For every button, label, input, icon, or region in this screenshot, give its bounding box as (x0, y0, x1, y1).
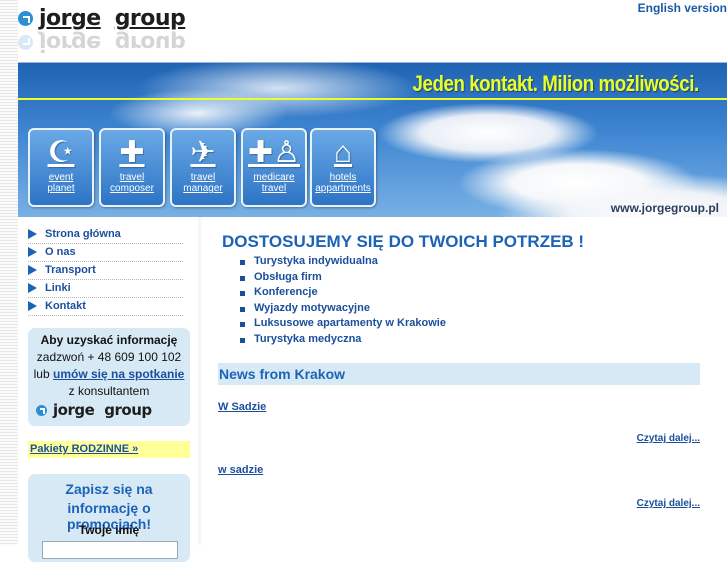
tile-event-planet[interactable]: ☪ event planet (28, 128, 94, 207)
family-packages-box: Pakiety RODZINNE » (28, 441, 190, 458)
main-content: DOSTOSUJEMY SIĘ DO TWOICH POTRZEB ! Tury… (218, 217, 700, 545)
contact-logo-jorge: jorge (53, 401, 95, 419)
tile-travel-composer[interactable]: ✚ travel composer (99, 128, 165, 207)
nav-link-home[interactable]: Strona główna (45, 228, 121, 240)
nav-item-links[interactable]: Linki (28, 279, 183, 298)
list-item[interactable]: Konferencje (240, 286, 446, 302)
tile-hotels-appartments[interactable]: ⌂ hotels appartments (310, 128, 376, 207)
slogan-underline (18, 98, 727, 100)
banner: Jeden kontakt. Milion możliwości. ☪ even… (18, 63, 727, 217)
logo-text-group: group (114, 6, 186, 31)
puzzle-icon: ✚ (119, 136, 145, 169)
nav-item-home[interactable]: Strona główna (28, 225, 183, 244)
airplane-icon: ✈ (190, 136, 216, 169)
list-item[interactable]: Luksusowe apartamenty w Krakowie (240, 317, 446, 333)
tile-label: travel (261, 183, 287, 194)
contact-line-3: lub umów się na spotkanie (28, 367, 190, 381)
nav-link-links[interactable]: Linki (45, 282, 71, 294)
family-packages-link[interactable]: Pakiety RODZINNE » (30, 443, 138, 455)
logo-text-jorge: jorge (39, 6, 101, 31)
tile-medicare-travel[interactable]: ✚♙ medicare travel (241, 128, 307, 207)
tile-label: appartments (315, 183, 371, 194)
nav-arrow-icon (28, 301, 37, 311)
moon-star-icon: ☪ (47, 136, 75, 169)
tile-label: composer (110, 183, 154, 194)
news-header-text: News from Krakow (219, 366, 346, 382)
nav-arrow-icon (28, 265, 37, 275)
list-item[interactable]: Wyjazdy motywacyjne (240, 302, 446, 318)
news-header: News from Krakow (218, 363, 700, 385)
logo-reflection-group: group (114, 30, 186, 55)
slogan-text: Jeden kontakt. Milion możliwości. (412, 71, 700, 96)
logo-reflection-arrow-icon (18, 35, 33, 50)
slogan: Jeden kontakt. Milion możliwości. (412, 71, 700, 97)
nav-arrow-icon (28, 283, 37, 293)
page-title: DOSTOSUJEMY SIĘ DO TWOICH POTRZEB ! (222, 232, 585, 251)
contact-line-1: Aby uzyskać informację (40, 333, 178, 347)
tile-label: travel (190, 172, 216, 183)
site-url: www.jorgegroup.pl (610, 201, 719, 215)
tile-label: medicare (253, 172, 295, 183)
name-input[interactable] (42, 541, 178, 559)
logo-reflection-jorge: jorge (39, 30, 101, 55)
house-icon: ⌂ (333, 136, 353, 169)
list-item[interactable]: Turystyka medyczna (240, 333, 446, 349)
contact-line-4: z konsultantem (68, 384, 150, 398)
tile-label: planet (47, 183, 75, 194)
nav-arrow-icon (28, 229, 37, 239)
news-title-link[interactable]: w sadzie (218, 464, 263, 476)
contact-box: Aby uzyskać informację zadzwoń + 48 609 … (28, 328, 190, 426)
nav-link-transport[interactable]: Transport (45, 264, 96, 276)
contact-logo-group: group (104, 401, 152, 419)
book-meeting-link[interactable]: umów się na spotkanie (53, 367, 184, 381)
contact-logo: jorge group (36, 401, 152, 419)
page-side-stripes (0, 0, 18, 545)
english-version-link[interactable]: English version (638, 1, 727, 15)
tile-label: manager (183, 183, 223, 194)
name-label: Twoje imię (78, 523, 140, 537)
contact-prefix: lub (33, 367, 50, 381)
jorge-group-logo[interactable]: jorge group (18, 6, 186, 31)
logo-arrow-icon (18, 11, 33, 26)
list-item[interactable]: Turystyka indywidualna (240, 255, 446, 271)
tile-label: event (48, 172, 74, 183)
nav-link-contact[interactable]: Kontakt (45, 300, 86, 312)
tile-label: hotels (329, 172, 357, 183)
newsletter-box: Zapisz się na informację o promocjach! T… (28, 474, 190, 562)
service-list: Turystyka indywidualna Obsługa firm Konf… (240, 255, 446, 348)
read-more-link[interactable]: Czytaj dalej... (637, 498, 700, 509)
nav-item-about[interactable]: O nas (28, 243, 183, 262)
logo-arrow-icon (36, 404, 47, 416)
read-more-link[interactable]: Czytaj dalej... (637, 433, 700, 444)
nav-item-transport[interactable]: Transport (28, 261, 183, 280)
nav-item-contact[interactable]: Kontakt (28, 297, 183, 316)
nav-link-about[interactable]: O nas (45, 246, 76, 258)
header: jorge group jorge group English version (18, 0, 727, 63)
newsletter-title-1: Zapisz się na (65, 481, 153, 497)
nav-arrow-icon (28, 247, 37, 257)
news-title-link[interactable]: W Sadzie (218, 401, 266, 413)
tile-travel-manager[interactable]: ✈ travel manager (170, 128, 236, 207)
contact-phone: zadzwoń + 48 609 100 102 (36, 350, 182, 364)
logo-reflection: jorge group (18, 30, 185, 55)
medical-cross-person-icon: ✚♙ (247, 136, 301, 169)
list-item[interactable]: Obsługa firm (240, 271, 446, 287)
sidebar: Strona główna O nas Transport Linki Kont… (18, 217, 198, 562)
tile-label: travel (119, 172, 145, 183)
